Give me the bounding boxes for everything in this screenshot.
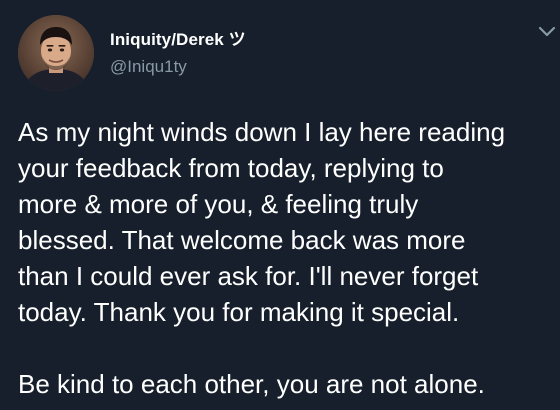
avatar[interactable] [18, 15, 94, 91]
tweet-text-line: today. Thank you for making it special. [18, 297, 460, 327]
display-name[interactable]: Iniquity/Derek ツ [110, 25, 246, 50]
tweet-card: Iniquity/Derek ツ @Iniqu1ty As my night w… [0, 0, 560, 410]
chevron-down-icon[interactable] [538, 25, 556, 39]
tweet-text-line: than I could ever ask for. I'll never fo… [18, 261, 479, 291]
tweet-text-line: more & more of you, & feeling truly [18, 189, 419, 219]
tweet-text-line: As my night winds down I lay here readin… [18, 117, 506, 147]
user-handle[interactable]: @Iniqu1ty [110, 57, 187, 77]
profile-photo [18, 15, 94, 91]
tweet-text-line: blessed. That welcome back was more [18, 225, 466, 255]
tweet-text-line: your feedback from today, replying to [18, 153, 444, 183]
tweet-closing-line: Be kind to each other, you are not alone… [18, 369, 485, 399]
tweet-text: As my night winds down I lay here readin… [18, 114, 558, 402]
